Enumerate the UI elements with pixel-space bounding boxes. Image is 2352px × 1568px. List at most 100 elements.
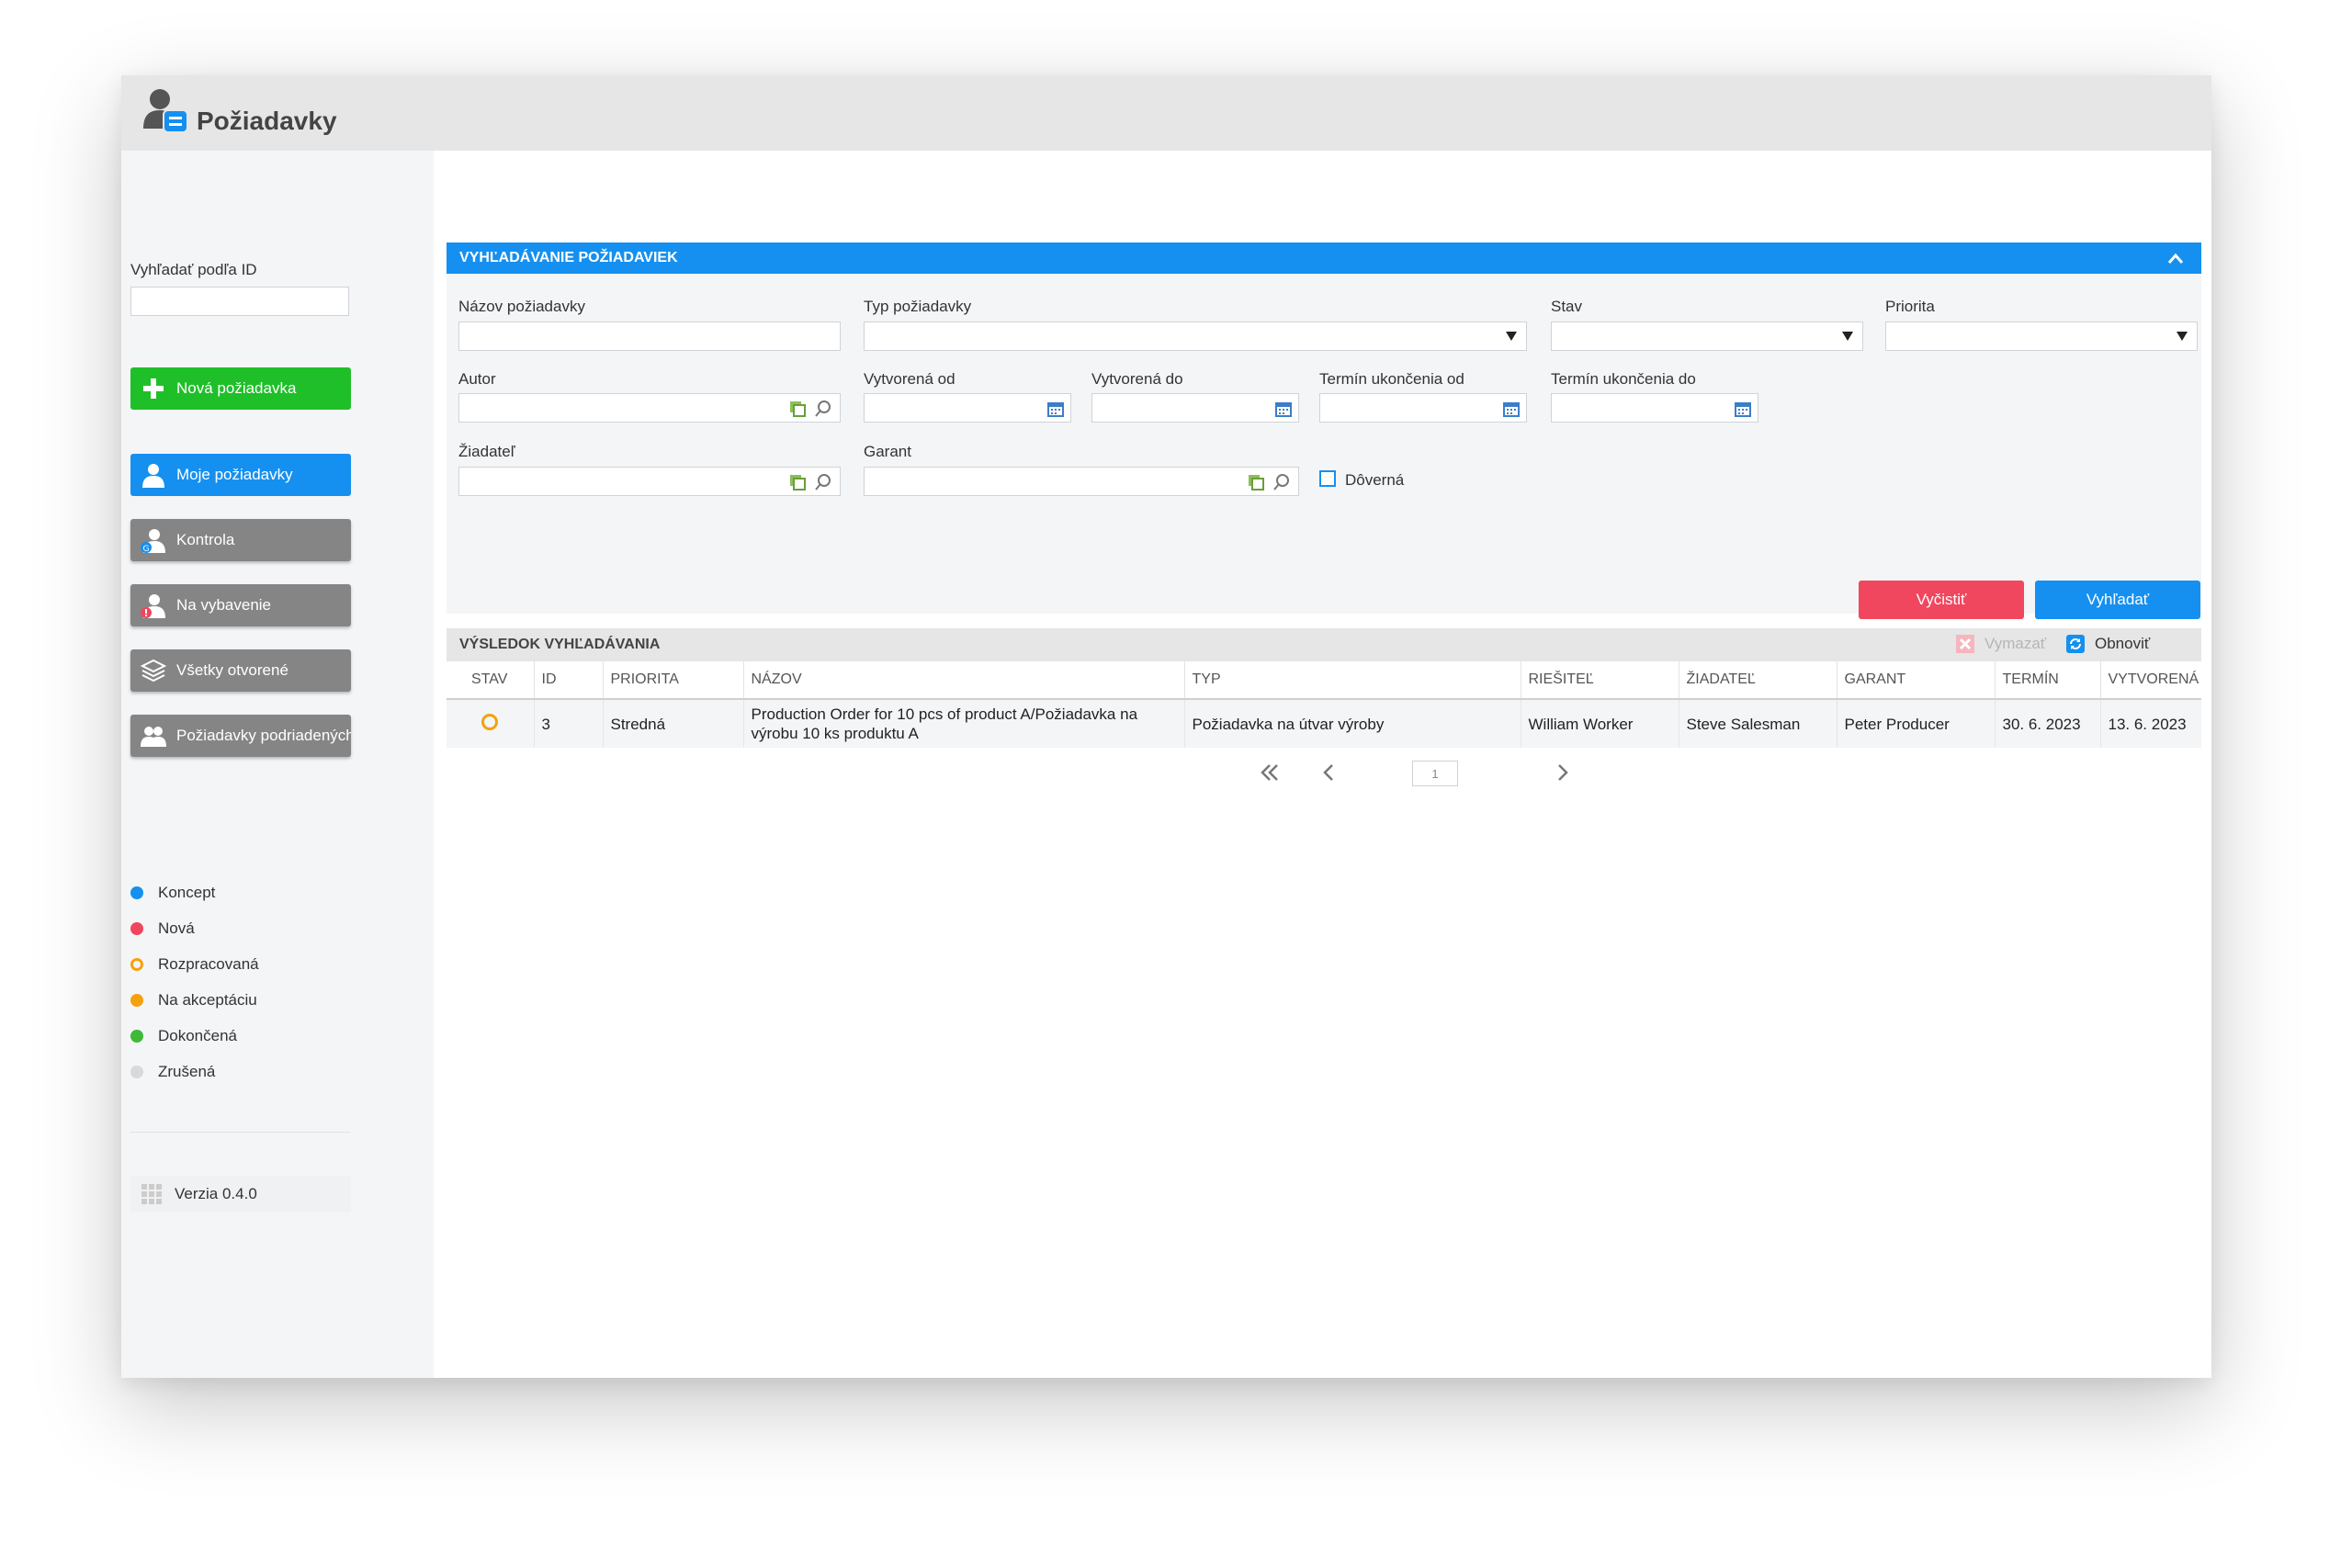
sidebar-divider — [130, 1132, 351, 1133]
to-handle-button[interactable]: Na vybavenie — [130, 584, 351, 626]
search-button[interactable]: Vyhľadať — [2035, 581, 2200, 619]
table-row[interactable]: 3 Stredná Production Order for 10 pcs of… — [447, 699, 2201, 748]
created-to-input[interactable] — [1091, 393, 1299, 423]
new-request-label: Nová požiadavka — [176, 379, 297, 397]
layers-icon — [140, 659, 167, 682]
users-icon — [141, 727, 166, 747]
column-header[interactable]: Termín — [1994, 661, 2100, 700]
app-header: Požiadavky — [121, 75, 2211, 151]
column-header[interactable]: Riešiteľ — [1520, 661, 1679, 700]
status-dot-icon — [130, 886, 143, 899]
created-cell: 13. 6. 2023 — [2099, 699, 2201, 748]
column-header[interactable]: Názov — [742, 661, 1184, 700]
prev-page-icon[interactable] — [1317, 761, 1341, 784]
created-to-label: Vytvorená do — [1091, 370, 1183, 388]
deadline-cell: 30. 6. 2023 — [1994, 699, 2100, 748]
guarantor-cell: Peter Producer — [1836, 699, 1995, 748]
requester-label: Žiadateľ — [458, 443, 515, 460]
author-label: Autor — [458, 370, 496, 388]
guarantor-label: Garant — [864, 443, 911, 460]
search-panel-title: Vyhľadávanie požiadaviek — [459, 250, 678, 265]
status-ring-icon — [130, 958, 143, 971]
author-input[interactable] — [458, 393, 841, 423]
delete-button[interactable]: Vymazať — [1955, 634, 2046, 654]
search-id-label: Vyhľadať podľa ID — [130, 261, 257, 278]
status-label: Stav — [1551, 298, 1583, 315]
version-info: Verzia 0.4.0 — [130, 1176, 351, 1213]
requester-input[interactable] — [458, 467, 841, 496]
status-select[interactable] — [1551, 321, 1863, 351]
legend-label: Koncept — [158, 884, 216, 901]
legend-item-na-akceptaciu: Na akceptáciu — [130, 991, 257, 1010]
clear-button[interactable]: Vyčistiť — [1859, 581, 2024, 619]
my-requests-button[interactable]: Moje požiadavky — [130, 454, 351, 496]
guarantor-input[interactable] — [864, 467, 1299, 496]
name-input[interactable] — [458, 321, 841, 351]
deadline-to-input[interactable] — [1551, 393, 1758, 423]
type-cell: Požiadavka na útvar výroby — [1183, 699, 1521, 748]
results-title: Výsledok vyhľadávania — [459, 637, 661, 652]
grid-icon — [141, 1184, 162, 1204]
main-content: Vyhľadávanie požiadaviek Názov požiadavk… — [434, 151, 2211, 1378]
name-label: Názov požiadavky — [458, 298, 585, 315]
picker-icon[interactable] — [788, 400, 807, 418]
all-open-button[interactable]: Všetky otvorené — [130, 649, 351, 692]
status-dot-icon — [130, 994, 143, 1007]
deadline-from-input[interactable] — [1319, 393, 1527, 423]
dropdown-caret-icon — [1506, 332, 1517, 341]
column-header[interactable]: Vytvorená — [2099, 661, 2201, 700]
picker-icon[interactable] — [1247, 473, 1265, 491]
column-header[interactable]: ID — [533, 661, 603, 700]
column-header[interactable]: Priorita — [602, 661, 743, 700]
refresh-button[interactable]: Obnoviť — [2065, 634, 2150, 654]
search-icon[interactable] — [814, 473, 832, 491]
control-button[interactable]: G Kontrola — [130, 519, 351, 561]
first-page-icon[interactable] — [1258, 761, 1282, 784]
user-alert-icon — [141, 594, 165, 618]
priority-cell: Stredná — [602, 699, 743, 748]
refresh-label: Obnoviť — [2095, 635, 2151, 652]
table-header-row: Stav ID Priorita Názov Typ Riešiteľ Žiad… — [447, 661, 2201, 700]
type-select[interactable] — [864, 321, 1527, 351]
confidential-label: Dôverná — [1345, 471, 1405, 489]
id-cell: 3 — [533, 699, 603, 748]
my-requests-label: Moje požiadavky — [176, 466, 293, 483]
legend-item-nova: Nová — [130, 919, 195, 938]
refresh-icon — [2066, 635, 2085, 653]
column-header[interactable]: Stav — [447, 661, 534, 700]
new-request-button[interactable]: Nová požiadavka — [130, 367, 351, 410]
dropdown-caret-icon — [2177, 332, 2188, 341]
search-icon[interactable] — [814, 400, 832, 418]
deadline-from-label: Termín ukončenia od — [1319, 370, 1464, 388]
search-panel-header[interactable]: Vyhľadávanie požiadaviek — [447, 243, 2201, 274]
version-label: Verzia 0.4.0 — [175, 1185, 257, 1202]
legend-item-rozpracovana: Rozpracovaná — [130, 955, 259, 974]
page-number-input[interactable]: 1 — [1412, 761, 1458, 786]
column-header[interactable]: Typ — [1183, 661, 1521, 700]
app-title: Požiadavky — [197, 107, 337, 135]
legend-label: Zrušená — [158, 1063, 216, 1080]
chevron-up-icon[interactable] — [2166, 250, 2185, 266]
dropdown-caret-icon — [1842, 332, 1853, 341]
search-id-input[interactable] — [130, 287, 349, 316]
requests-logo-icon — [143, 89, 188, 133]
delete-label: Vymazať — [1984, 635, 2047, 652]
type-label: Typ požiadavky — [864, 298, 972, 315]
column-header[interactable]: Garant — [1836, 661, 1995, 700]
resolver-cell: William Worker — [1520, 699, 1679, 748]
search-icon[interactable] — [1272, 473, 1291, 491]
created-from-input[interactable] — [864, 393, 1071, 423]
confidential-checkbox[interactable] — [1319, 470, 1336, 487]
calendar-icon[interactable] — [1502, 400, 1521, 418]
calendar-icon[interactable] — [1274, 400, 1293, 418]
priority-select[interactable] — [1885, 321, 2198, 351]
next-page-icon[interactable] — [1550, 761, 1574, 784]
calendar-icon[interactable] — [1046, 400, 1065, 418]
delete-icon — [1956, 635, 1974, 653]
created-from-label: Vytvorená od — [864, 370, 956, 388]
subordinate-requests-button[interactable]: Požiadavky podriadených — [130, 715, 351, 757]
picker-icon[interactable] — [788, 473, 807, 491]
column-header[interactable]: Žiadateľ — [1678, 661, 1837, 700]
priority-label: Priorita — [1885, 298, 1935, 315]
calendar-icon[interactable] — [1734, 400, 1752, 418]
